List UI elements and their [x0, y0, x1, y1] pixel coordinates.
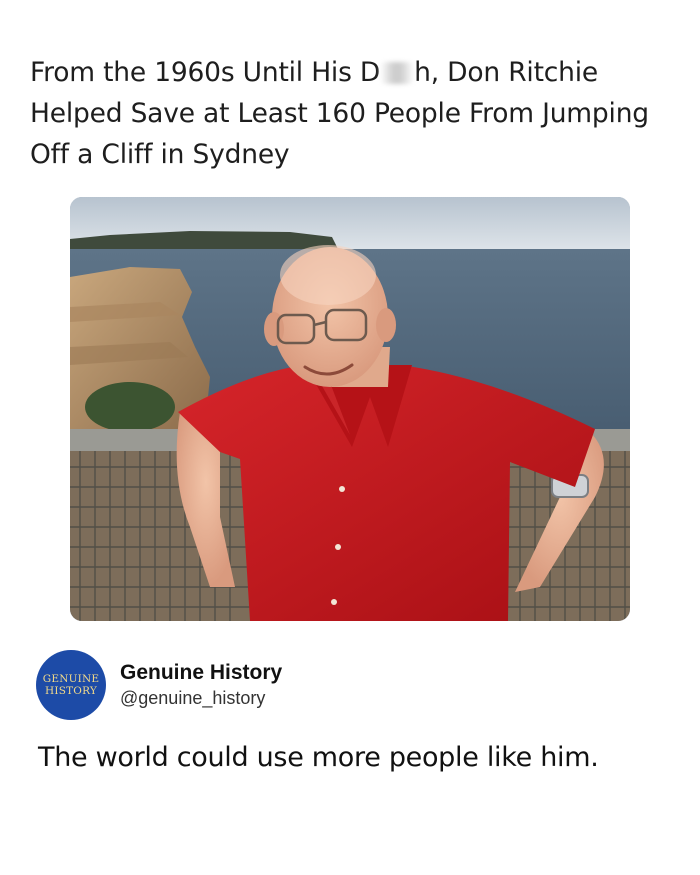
post-body-text: The world could use more people like him… [38, 742, 599, 773]
avatar-text-line2: HISTORY [44, 685, 98, 697]
avatar-text-line1: GENUINE [42, 673, 100, 685]
author-text: Genuine History @genuine_history [120, 661, 282, 710]
post-title: From the 1960s Until His Dh, Don Ritchie… [30, 52, 680, 175]
author-avatar[interactable]: GENUINE HISTORY [36, 650, 106, 720]
post-title-start: From the 1960s Until His D [30, 57, 381, 88]
photo-illustration [70, 197, 630, 621]
author-handle[interactable]: @genuine_history [120, 686, 282, 710]
post-photo[interactable] [70, 197, 630, 621]
censor-blur [380, 62, 415, 84]
author-block[interactable]: GENUINE HISTORY Genuine History @genuine… [36, 650, 282, 720]
author-name[interactable]: Genuine History [120, 661, 282, 685]
